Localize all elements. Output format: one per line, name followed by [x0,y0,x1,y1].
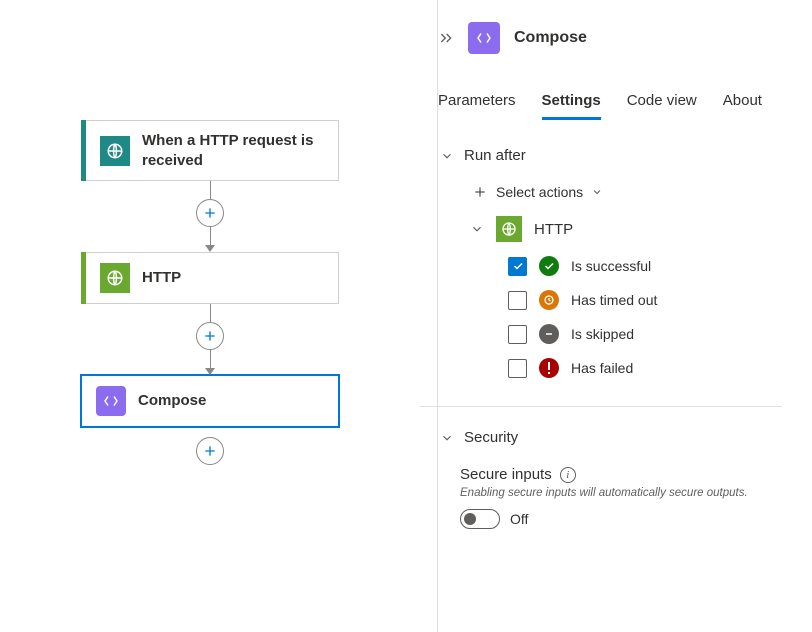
secure-inputs-label: Secure inputs [460,466,552,483]
run-after-action-label: HTTP [534,221,573,238]
minus-icon [539,324,559,344]
chevron-down-icon [591,186,603,198]
collapse-panel-button[interactable] [438,30,454,46]
node-http[interactable]: HTTP [81,252,339,304]
tab-code-view[interactable]: Code view [627,92,697,120]
arrow-icon [205,368,215,375]
status-label: Has timed out [571,292,657,308]
tab-settings[interactable]: Settings [542,92,601,120]
section-header-security[interactable]: Security [440,429,782,446]
section-title: Security [464,429,518,446]
info-icon[interactable]: i [560,467,576,483]
error-icon [539,358,559,378]
arrow-icon [205,245,215,252]
connector [196,437,224,465]
section-security: Security Secure inputs i Enabling secure… [438,429,782,529]
toggle-knob [464,513,476,525]
compose-icon [96,386,126,416]
add-step-button[interactable] [196,199,224,227]
toggle-state-label: Off [510,511,528,527]
run-after-action[interactable]: HTTP [470,216,782,242]
section-run-after: Run after Select actions HTTP [438,147,782,378]
status-row-failed: Has failed [508,358,782,378]
success-icon [539,256,559,276]
connector [196,304,224,375]
plus-icon [472,184,488,200]
node-label: Compose [138,391,206,411]
select-actions-button[interactable]: Select actions [472,184,782,200]
globe-icon [100,136,130,166]
status-label: Has failed [571,360,633,376]
section-header-run-after[interactable]: Run after [440,147,782,164]
chevron-down-icon [440,431,454,445]
compose-icon [468,22,500,54]
tab-about[interactable]: About [723,92,762,120]
panel-tabs: Parameters Settings Code view About [438,92,782,121]
connector [196,181,224,252]
secure-inputs-label-row: Secure inputs i [460,466,782,483]
node-accent [81,252,86,304]
section-title: Run after [464,147,526,164]
node-accent [81,120,86,181]
panel-title: Compose [514,29,587,47]
checkbox-failed[interactable] [508,359,527,378]
checkbox-timeout[interactable] [508,291,527,310]
add-step-button[interactable] [196,437,224,465]
panel-header: Compose [438,22,782,54]
status-row-skipped: Is skipped [508,324,782,344]
status-list: Is successful Has timed out Is skipped [508,256,782,378]
flow-canvas: When a HTTP request is received HTTP Com… [0,0,420,632]
panel-divider [437,0,438,632]
status-label: Is skipped [571,326,634,342]
globe-icon [496,216,522,242]
node-compose[interactable]: Compose [81,375,339,427]
secure-inputs-toggle-row: Off [460,509,782,529]
checkbox-success[interactable] [508,257,527,276]
globe-icon [100,263,130,293]
section-divider [420,406,782,407]
node-http-trigger[interactable]: When a HTTP request is received [81,120,339,181]
status-label: Is successful [571,258,651,274]
status-row-success: Is successful [508,256,782,276]
status-row-timeout: Has timed out [508,290,782,310]
secure-inputs-toggle[interactable] [460,509,500,529]
select-actions-label: Select actions [496,184,583,200]
add-step-button[interactable] [196,322,224,350]
clock-icon [539,290,559,310]
secure-inputs-helper: Enabling secure inputs will automaticall… [460,487,782,499]
tab-parameters[interactable]: Parameters [438,92,516,120]
node-label: HTTP [142,268,181,288]
node-label: When a HTTP request is received [142,131,326,170]
checkbox-skipped[interactable] [508,325,527,344]
chevron-down-icon [470,222,484,236]
chevron-down-icon [440,149,454,163]
settings-panel: Compose Parameters Settings Code view Ab… [420,0,812,632]
